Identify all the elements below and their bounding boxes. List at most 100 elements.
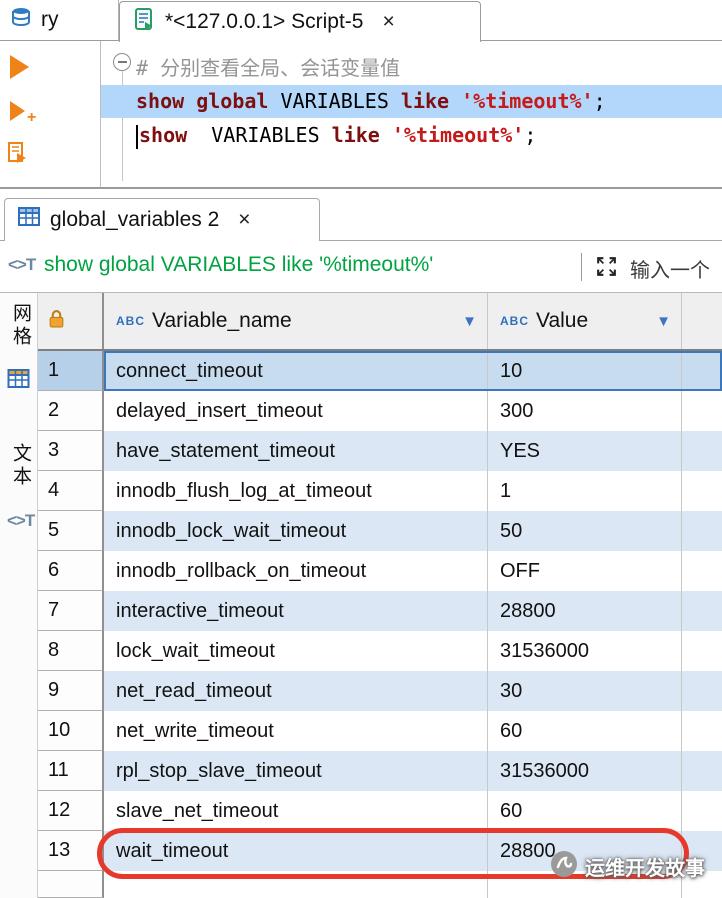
row-number[interactable]: 6 <box>38 551 104 591</box>
cell-variable-name[interactable]: lock_wait_timeout <box>104 631 488 671</box>
row-number[interactable]: 4 <box>38 471 104 511</box>
grid-icon <box>17 205 41 235</box>
cell-variable-name[interactable]: have_statement_timeout <box>104 431 488 471</box>
close-icon[interactable]: × <box>238 208 250 232</box>
cell-variable-name[interactable]: rpl_stop_slave_timeout <box>104 751 488 791</box>
close-icon[interactable]: × <box>382 10 394 34</box>
tab-label: ry <box>41 8 59 32</box>
filter-dropdown-icon[interactable]: ▼ <box>656 313 671 330</box>
row-number[interactable]: 5 <box>38 511 104 551</box>
cell-variable-name[interactable]: innodb_lock_wait_timeout <box>104 511 488 551</box>
result-view-switcher: 网格 文本 <>T <box>0 293 38 898</box>
tab-sql-script[interactable]: *<127.0.0.1> Script-5 × <box>119 1 481 42</box>
column-label: Value <box>536 309 656 333</box>
filter-dropdown-icon[interactable]: ▼ <box>462 313 477 330</box>
row-number[interactable]: 12 <box>38 791 104 831</box>
table-row: 5 innodb_lock_wait_timeout 50 <box>38 511 722 551</box>
cell-filler <box>682 751 722 791</box>
code-line-comment[interactable]: # 分别查看全局、会话变量值 <box>136 53 400 83</box>
row-cells: rpl_stop_slave_timeout 31536000 <box>104 751 722 791</box>
type-text-icon: ABC <box>500 314 529 328</box>
filter-input-hint[interactable]: 输入一个 <box>630 254 710 283</box>
column-label: Variable_name <box>152 309 462 333</box>
maximize-panel-icon[interactable] <box>594 254 619 284</box>
row-number[interactable]: 7 <box>38 591 104 631</box>
row-cells-selected: connect_timeout 10 <box>104 351 722 391</box>
query-info-bar: <>T show global VARIABLES like '%timeout… <box>0 241 722 293</box>
lock-icon <box>48 309 65 333</box>
cell-value[interactable]: 30 <box>488 671 682 711</box>
row-cells: innodb_rollback_on_timeout OFF <box>104 551 722 591</box>
code-line-sql-session[interactable]: show VARIABLES like '%timeout%'; <box>136 120 536 150</box>
cell-filler <box>682 711 722 751</box>
row-cells: innodb_lock_wait_timeout 50 <box>104 511 722 551</box>
cell-value[interactable]: 10 <box>488 351 682 391</box>
grid-view-icon[interactable] <box>6 367 31 396</box>
cell-variable-name[interactable]: innodb_flush_log_at_timeout <box>104 471 488 511</box>
table-row: 8 lock_wait_timeout 31536000 <box>38 631 722 671</box>
results-tab-global-variables[interactable]: global_variables 2 × <box>4 198 320 241</box>
row-cells: have_statement_timeout YES <box>104 431 722 471</box>
sql-editor[interactable]: + # 分别查看全局、会话变量值 show global VARIABLES l… <box>0 41 722 187</box>
header-filler-cell <box>682 293 722 349</box>
view-tab-text[interactable]: 文本 <box>7 443 34 489</box>
row-number <box>38 871 104 898</box>
cell-variable-name[interactable]: delayed_insert_timeout <box>104 391 488 431</box>
cell-value[interactable]: 31536000 <box>488 751 682 791</box>
watermark-text: 运维开发故事 <box>585 852 705 881</box>
cell-filler <box>682 391 722 431</box>
column-header-value[interactable]: ABC Value ▼ <box>488 293 682 349</box>
row-number[interactable]: 1 <box>38 351 104 391</box>
database-icon <box>10 6 32 34</box>
view-tab-grid[interactable]: 网格 <box>7 303 34 349</box>
cell-filler <box>682 431 722 471</box>
editor-results-divider <box>0 187 722 189</box>
cell-variable-name[interactable]: interactive_timeout <box>104 591 488 631</box>
cell-variable-name[interactable]: connect_timeout <box>104 351 488 391</box>
cell-variable-name[interactable]: slave_net_timeout <box>104 791 488 831</box>
cell-value[interactable]: OFF <box>488 551 682 591</box>
cell-variable-name[interactable]: net_read_timeout <box>104 671 488 711</box>
execute-new-tab-plus: + <box>27 109 36 127</box>
collapse-fold-icon[interactable] <box>113 53 131 71</box>
row-number[interactable]: 8 <box>38 631 104 671</box>
table-row: 12 slave_net_timeout 60 <box>38 791 722 831</box>
table-row: 7 interactive_timeout 28800 <box>38 591 722 631</box>
row-cells: interactive_timeout 28800 <box>104 591 722 631</box>
execute-script-icon[interactable] <box>6 141 30 170</box>
row-cells: delayed_insert_timeout 300 <box>104 391 722 431</box>
table-row: 6 innodb_rollback_on_timeout OFF <box>38 551 722 591</box>
cell-value[interactable]: 28800 <box>488 591 682 631</box>
code-line-sql-global[interactable]: show global VARIABLES like '%timeout%'; <box>136 86 606 116</box>
cell-variable-name <box>104 871 488 898</box>
cell-value[interactable]: 60 <box>488 791 682 831</box>
corner-header-cell[interactable] <box>38 293 104 349</box>
row-cells: net_write_timeout 60 <box>104 711 722 751</box>
column-header-variable-name[interactable]: ABC Variable_name ▼ <box>104 293 488 349</box>
row-number[interactable]: 11 <box>38 751 104 791</box>
results-tab-label: global_variables 2 <box>50 208 219 232</box>
executed-query-text: show global VARIABLES like '%timeout%' <box>44 253 433 277</box>
type-text-icon: ABC <box>116 314 145 328</box>
grid-header-row: ABC Variable_name ▼ ABC Value ▼ <box>38 293 722 351</box>
tab-editor-previous[interactable]: ry <box>0 0 119 40</box>
row-number[interactable]: 2 <box>38 391 104 431</box>
cell-value[interactable]: 31536000 <box>488 631 682 671</box>
execute-statement-icon[interactable] <box>10 55 29 79</box>
cell-filler <box>682 631 722 671</box>
row-number[interactable]: 13 <box>38 831 104 871</box>
cell-value[interactable]: 50 <box>488 511 682 551</box>
row-number[interactable]: 3 <box>38 431 104 471</box>
row-number[interactable]: 9 <box>38 671 104 711</box>
row-number[interactable]: 10 <box>38 711 104 751</box>
cell-variable-name[interactable]: net_write_timeout <box>104 711 488 751</box>
row-cells: net_read_timeout 30 <box>104 671 722 711</box>
cell-value[interactable]: YES <box>488 431 682 471</box>
cell-value[interactable]: 1 <box>488 471 682 511</box>
cell-variable-name[interactable]: innodb_rollback_on_timeout <box>104 551 488 591</box>
cell-value[interactable]: 300 <box>488 391 682 431</box>
text-view-icon[interactable]: <>T <box>7 511 34 531</box>
cell-value[interactable]: 60 <box>488 711 682 751</box>
execute-new-tab-icon[interactable] <box>10 101 25 121</box>
cell-variable-name[interactable]: wait_timeout <box>104 831 488 871</box>
